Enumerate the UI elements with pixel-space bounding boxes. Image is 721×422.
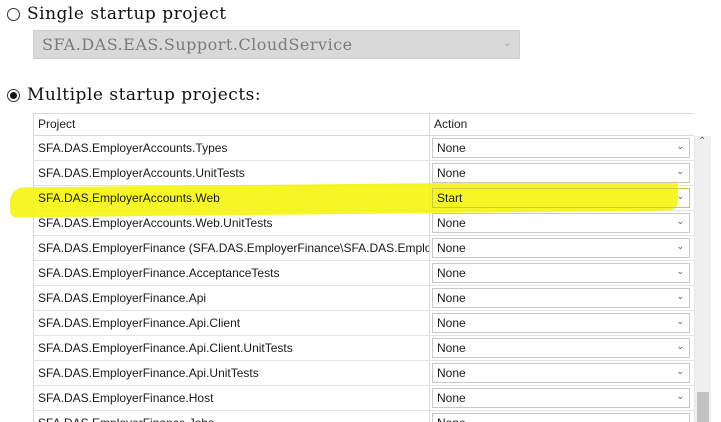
table-row[interactable]: SFA.DAS.EmployerFinance.AcceptanceTests N… [34, 261, 694, 286]
table-row[interactable]: SFA.DAS.EmployerAccounts.UnitTests None ⌄ [34, 161, 694, 186]
action-select[interactable]: None ⌄ [432, 263, 690, 283]
single-startup-option[interactable]: Single startup project [7, 4, 227, 24]
action-select[interactable]: None ⌄ [432, 388, 690, 408]
project-name: SFA.DAS.EmployerFinance.AcceptanceTests [34, 261, 430, 285]
header-project[interactable]: Project [34, 114, 430, 135]
chevron-down-icon: ⌄ [676, 141, 684, 151]
action-value: None [437, 166, 466, 180]
action-cell: None ⌄ [430, 261, 694, 285]
startup-projects-grid: Project Action SFA.DAS.EmployerAccounts.… [33, 113, 694, 422]
action-cell: None ⌄ [430, 236, 694, 260]
multiple-startup-radio[interactable] [7, 88, 20, 102]
project-name: SFA.DAS.EmployerFinance (SFA.DAS.Employe… [34, 236, 430, 260]
chevron-down-icon: ⌄ [676, 366, 684, 376]
chevron-down-icon: ⌄ [676, 166, 684, 176]
project-name: SFA.DAS.EmployerFinance.Jobs [34, 411, 430, 422]
scrollbar-thumb[interactable] [697, 392, 709, 422]
action-value: None [437, 316, 466, 330]
action-select[interactable]: None ⌄ [432, 213, 690, 233]
table-row[interactable]: SFA.DAS.EmployerAccounts.Types None ⌄ [34, 136, 694, 161]
project-name: SFA.DAS.EmployerFinance.Api.Client.UnitT… [34, 336, 430, 360]
action-value: None [437, 291, 466, 305]
single-project-value: SFA.DAS.EAS.Support.CloudService [42, 35, 353, 54]
grid-body: SFA.DAS.EmployerAccounts.Types None ⌄ SFA.D… [34, 136, 694, 422]
action-value: None [437, 341, 466, 355]
action-cell: None ⌄ [430, 411, 694, 422]
chevron-down-icon: ⌄ [676, 391, 684, 401]
multiple-startup-label: Multiple startup projects: [27, 85, 262, 105]
table-row[interactable]: SFA.DAS.EmployerFinance.JobsNone ⌄ [34, 411, 694, 422]
action-select[interactable]: None ⌄ [432, 313, 690, 333]
action-select[interactable]: None ⌄ [432, 238, 690, 258]
action-value: None [437, 141, 466, 155]
table-row[interactable]: SFA.DAS.EmployerFinance.Host None ⌄ [34, 386, 694, 411]
action-select[interactable]: None ⌄ [432, 138, 690, 158]
chevron-down-icon: ⌄ [676, 341, 684, 351]
single-startup-label: Single startup project [27, 4, 227, 24]
action-cell: None ⌄ [430, 386, 694, 410]
action-select[interactable]: None ⌄ [432, 338, 690, 358]
action-value: None [437, 391, 466, 405]
chevron-down-icon: ⌄ [676, 241, 684, 251]
action-value: None [437, 241, 466, 255]
action-select[interactable]: Start ⌄ [432, 188, 690, 208]
project-name: SFA.DAS.EmployerFinance.Api [34, 286, 430, 310]
header-action[interactable]: Action [430, 114, 694, 135]
single-startup-radio[interactable] [7, 7, 20, 21]
action-cell: None ⌄ [430, 161, 694, 185]
table-row[interactable]: SFA.DAS.EmployerFinance.Api.UnitTests Non… [34, 361, 694, 386]
project-name: SFA.DAS.EmployerAccounts.Web [34, 186, 430, 210]
action-select[interactable]: None ⌄ [432, 363, 690, 383]
action-cell: None ⌄ [430, 136, 694, 160]
action-cell: None ⌄ [430, 311, 694, 335]
action-value: None [437, 216, 466, 230]
project-name: SFA.DAS.EmployerFinance.Api.Client [34, 311, 430, 335]
chevron-down-icon: ⌄ [676, 191, 684, 201]
chevron-down-icon: ⌄ [676, 216, 684, 226]
chevron-down-icon: ⌄ [676, 291, 684, 301]
project-name: SFA.DAS.EmployerFinance.Host [34, 386, 430, 410]
multiple-startup-option[interactable]: Multiple startup projects: [7, 85, 261, 105]
table-row[interactable]: SFA.DAS.EmployerFinance.Api.Client None ⌄ [34, 311, 694, 336]
chevron-up-icon[interactable]: ⌃ [698, 136, 706, 147]
action-select[interactable]: None ⌄ [432, 288, 690, 308]
action-cell: Start ⌄ [430, 186, 694, 210]
chevron-down-icon: ⌄ [502, 37, 512, 49]
single-project-select: SFA.DAS.EAS.Support.CloudService ⌄ [33, 30, 520, 59]
action-cell: None ⌄ [430, 336, 694, 360]
chevron-down-icon: ⌄ [676, 266, 684, 276]
action-value: None [437, 266, 466, 280]
table-row[interactable]: SFA.DAS.EmployerAccounts.Web.UnitTests No… [34, 211, 694, 236]
project-name: SFA.DAS.EmployerAccounts.UnitTests [34, 161, 430, 185]
project-name: SFA.DAS.EmployerAccounts.Web.UnitTests [34, 211, 430, 235]
table-row[interactable]: SFA.DAS.EmployerAccounts.Web Start ⌄ [34, 186, 694, 211]
project-name: SFA.DAS.EmployerAccounts.Types [34, 136, 430, 160]
action-value: None [433, 416, 466, 422]
action-cell: None ⌄ [430, 361, 694, 385]
table-row[interactable]: SFA.DAS.EmployerFinance.Api.Client.UnitT… [34, 336, 694, 361]
chevron-down-icon: ⌄ [676, 316, 684, 326]
action-cell: None ⌄ [430, 211, 694, 235]
table-row[interactable]: SFA.DAS.EmployerFinance.Api None ⌄ [34, 286, 694, 311]
action-cell: None ⌄ [430, 286, 694, 310]
grid-scrollbar[interactable]: ⌃ [694, 136, 711, 422]
chevron-down-icon: ⌄ [676, 416, 684, 422]
action-value: None [437, 366, 466, 380]
table-row[interactable]: SFA.DAS.EmployerFinance (SFA.DAS.Employe… [34, 236, 694, 261]
project-name: SFA.DAS.EmployerFinance.Api.UnitTests [34, 361, 430, 385]
action-value: Start [437, 191, 463, 205]
grid-header: Project Action [34, 114, 694, 136]
action-select[interactable]: None ⌄ [432, 413, 690, 422]
action-select[interactable]: None ⌄ [432, 163, 690, 183]
